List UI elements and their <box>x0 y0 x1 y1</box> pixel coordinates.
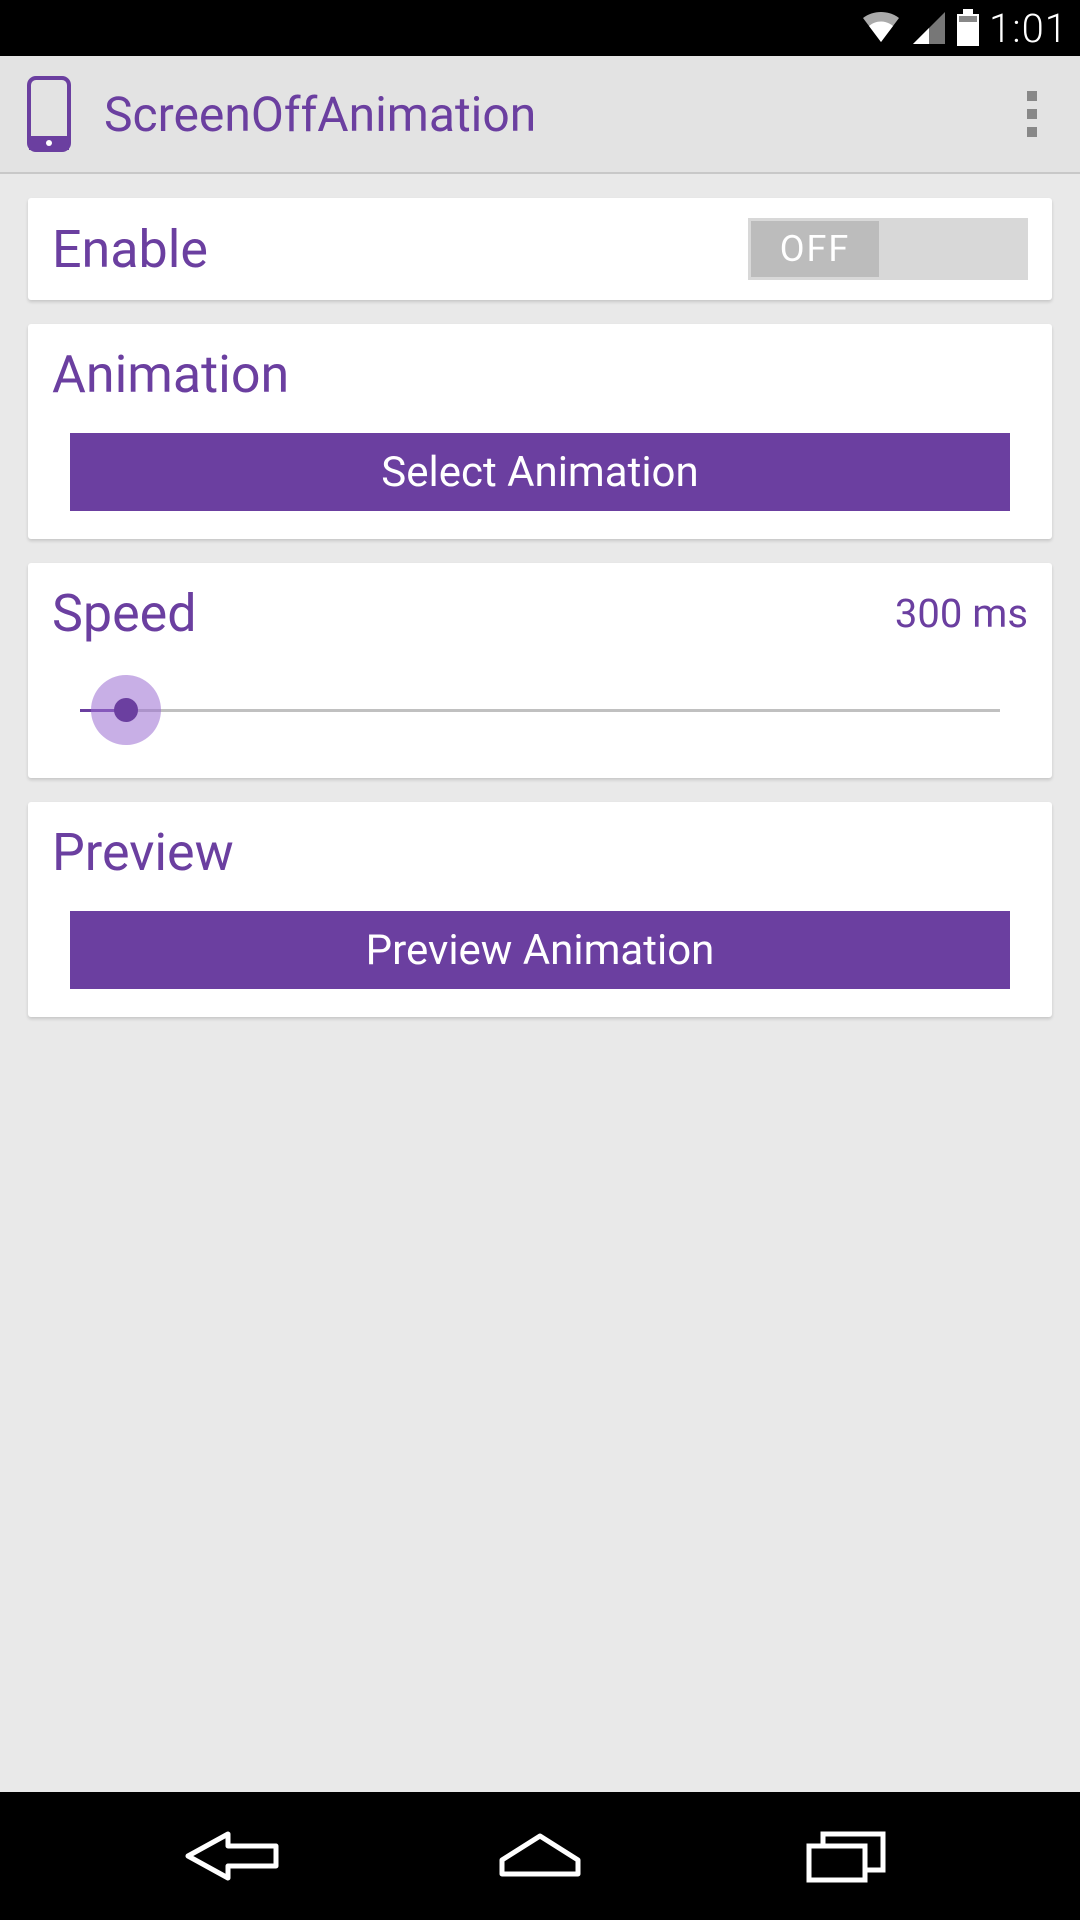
battery-icon <box>955 9 981 47</box>
content: Enable OFF Animation Select Animation Sp… <box>0 174 1080 1041</box>
back-button[interactable] <box>163 1816 303 1896</box>
navigation-bar <box>0 1792 1080 1920</box>
enable-card: Enable OFF <box>28 198 1052 300</box>
slider-track <box>80 709 1000 712</box>
select-animation-button-label: Select Animation <box>381 448 698 497</box>
status-time: 1:01 <box>989 5 1068 52</box>
preview-animation-button[interactable]: Preview Animation <box>70 911 1010 989</box>
overflow-dot-icon <box>1027 91 1037 101</box>
overflow-dot-icon <box>1027 109 1037 119</box>
toggle-thumb: OFF <box>751 221 879 277</box>
preview-label: Preview <box>52 822 1028 883</box>
enable-toggle[interactable]: OFF <box>748 218 1028 280</box>
speed-card: Speed 300 ms <box>28 563 1052 778</box>
speed-value: 300 ms <box>895 590 1028 637</box>
speed-label: Speed <box>52 583 197 644</box>
recent-apps-button[interactable] <box>777 1816 917 1896</box>
signal-icon <box>911 10 947 46</box>
overflow-menu-button[interactable] <box>1008 84 1056 144</box>
enable-label: Enable <box>52 219 208 280</box>
preview-animation-button-label: Preview Animation <box>366 926 715 975</box>
wifi-icon <box>859 10 903 46</box>
preview-card: Preview Preview Animation <box>28 802 1052 1017</box>
app-area: ScreenOffAnimation Enable OFF Animation <box>0 56 1080 1792</box>
slider-thumb <box>114 698 138 722</box>
status-bar: 1:01 <box>0 0 1080 56</box>
toggle-state-label: OFF <box>780 228 851 270</box>
animation-label: Animation <box>52 344 1028 405</box>
app-title: ScreenOffAnimation <box>104 86 1008 143</box>
app-phone-icon <box>24 76 74 152</box>
speed-slider[interactable] <box>80 680 1000 740</box>
select-animation-button[interactable]: Select Animation <box>70 433 1010 511</box>
action-bar: ScreenOffAnimation <box>0 56 1080 174</box>
overflow-dot-icon <box>1027 127 1037 137</box>
home-button[interactable] <box>470 1816 610 1896</box>
animation-card: Animation Select Animation <box>28 324 1052 539</box>
